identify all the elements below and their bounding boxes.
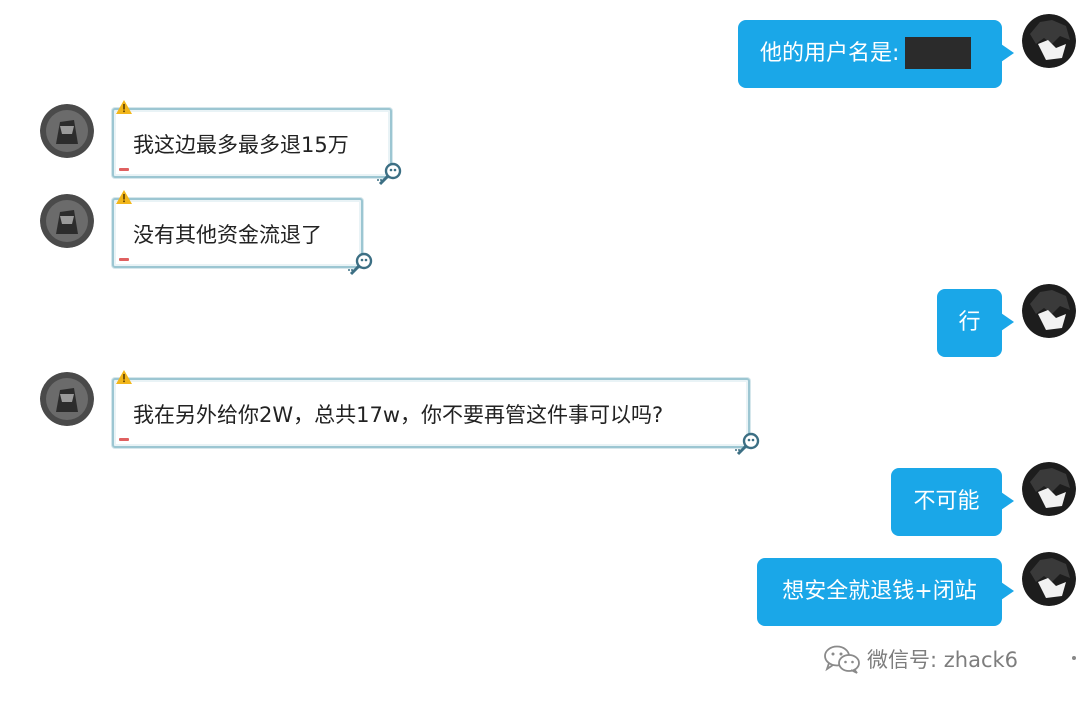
watermark: 微信号: zhack6	[823, 642, 1018, 676]
warning-icon	[116, 100, 132, 114]
incoming-message[interactable]: 没有其他资金流退了	[112, 190, 373, 276]
incoming-message[interactable]: 我这边最多最多退15万	[112, 100, 402, 186]
message-text: 想安全就退钱+闭站	[782, 579, 977, 604]
watermark-text: 微信号: zhack6	[867, 648, 1019, 672]
message-text: 他的用户名是:	[738, 20, 1002, 88]
message-text: 不可能	[913, 489, 980, 514]
message-text: 行	[958, 310, 981, 335]
self-avatar[interactable]	[1022, 284, 1076, 338]
status-marker	[119, 258, 129, 261]
warning-icon	[116, 190, 132, 204]
redacted-username	[905, 37, 972, 69]
status-marker	[119, 438, 129, 441]
outgoing-message[interactable]: 不可能	[891, 468, 1014, 536]
contact-avatar[interactable]	[40, 104, 94, 158]
chat-transcript: 他的用户名是: 我这边最多最多退15万 没有其他资金流退了 行 我在另外给你2W…	[0, 0, 1080, 707]
outgoing-message[interactable]: 想安全就退钱+闭站	[757, 558, 1014, 626]
incoming-message[interactable]: 我在另外给你2W，总共17w，你不要再管这件事可以吗?	[112, 370, 760, 456]
magnifier-icon[interactable]	[376, 160, 404, 188]
message-text-content: 他的用户名是:	[760, 41, 900, 66]
outgoing-message[interactable]: 他的用户名是:	[738, 20, 1014, 88]
self-avatar[interactable]	[1022, 14, 1076, 68]
message-text: 我这边最多最多退15万	[133, 133, 349, 157]
magnifier-icon[interactable]	[734, 430, 762, 458]
outgoing-message[interactable]: 行	[937, 289, 1014, 357]
contact-avatar[interactable]	[40, 372, 94, 426]
status-marker	[119, 168, 129, 171]
self-avatar[interactable]	[1022, 552, 1076, 606]
self-avatar[interactable]	[1022, 462, 1076, 516]
magnifier-icon[interactable]	[347, 250, 375, 278]
message-text: 没有其他资金流退了	[133, 223, 322, 247]
message-text: 我在另外给你2W，总共17w，你不要再管这件事可以吗?	[133, 403, 664, 427]
contact-avatar[interactable]	[40, 194, 94, 248]
separator-dot	[1072, 656, 1076, 660]
wechat-icon	[824, 645, 860, 674]
warning-icon	[116, 370, 132, 384]
